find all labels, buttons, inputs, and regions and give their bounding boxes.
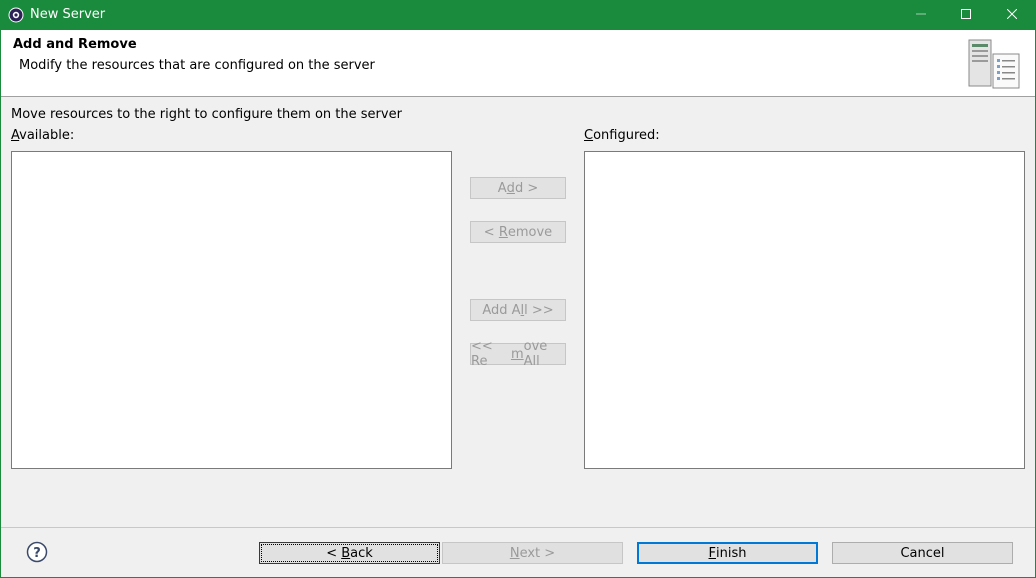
finish-button[interactable]: Finish [637, 542, 818, 564]
page-title: Add and Remove [13, 37, 137, 52]
close-icon [1006, 8, 1018, 23]
dialog-client-area: Add and Remove Modify the resources that… [1, 30, 1035, 577]
available-label: Available: [11, 128, 75, 143]
help-icon[interactable]: ? [26, 541, 48, 563]
close-button[interactable] [989, 0, 1035, 30]
next-button[interactable]: Next > [442, 542, 623, 564]
configured-label: Configured: [584, 128, 660, 143]
add-all-button[interactable]: Add All >> [470, 299, 566, 321]
title-bar[interactable]: New Server [0, 0, 1036, 30]
server-wizard-banner-icon [965, 36, 1023, 92]
wizard-header: Add and Remove Modify the resources that… [1, 30, 1035, 97]
back-button[interactable]: < Back [259, 542, 440, 564]
footer-separator [1, 527, 1035, 528]
minimize-icon [916, 8, 926, 23]
window-title: New Server [30, 7, 106, 22]
remove-all-button[interactable]: << Re m ove All [470, 339, 566, 369]
cancel-button[interactable]: Cancel [832, 542, 1013, 564]
add-button[interactable]: Add > [470, 177, 566, 199]
remove-button[interactable]: < Remove [470, 221, 566, 243]
eclipse-gear-icon [8, 7, 24, 23]
available-resources-list[interactable] [11, 151, 452, 469]
maximize-icon [961, 8, 971, 23]
instructions-text: Move resources to the right to configure… [11, 107, 402, 122]
maximize-button[interactable] [943, 0, 989, 30]
minimize-button[interactable] [898, 0, 944, 30]
configured-resources-list[interactable] [584, 151, 1025, 469]
svg-text:?: ? [33, 546, 41, 561]
new-server-window: New Server Add and Remove Modify the res… [0, 0, 1036, 578]
page-description: Modify the resources that are configured… [19, 58, 375, 73]
